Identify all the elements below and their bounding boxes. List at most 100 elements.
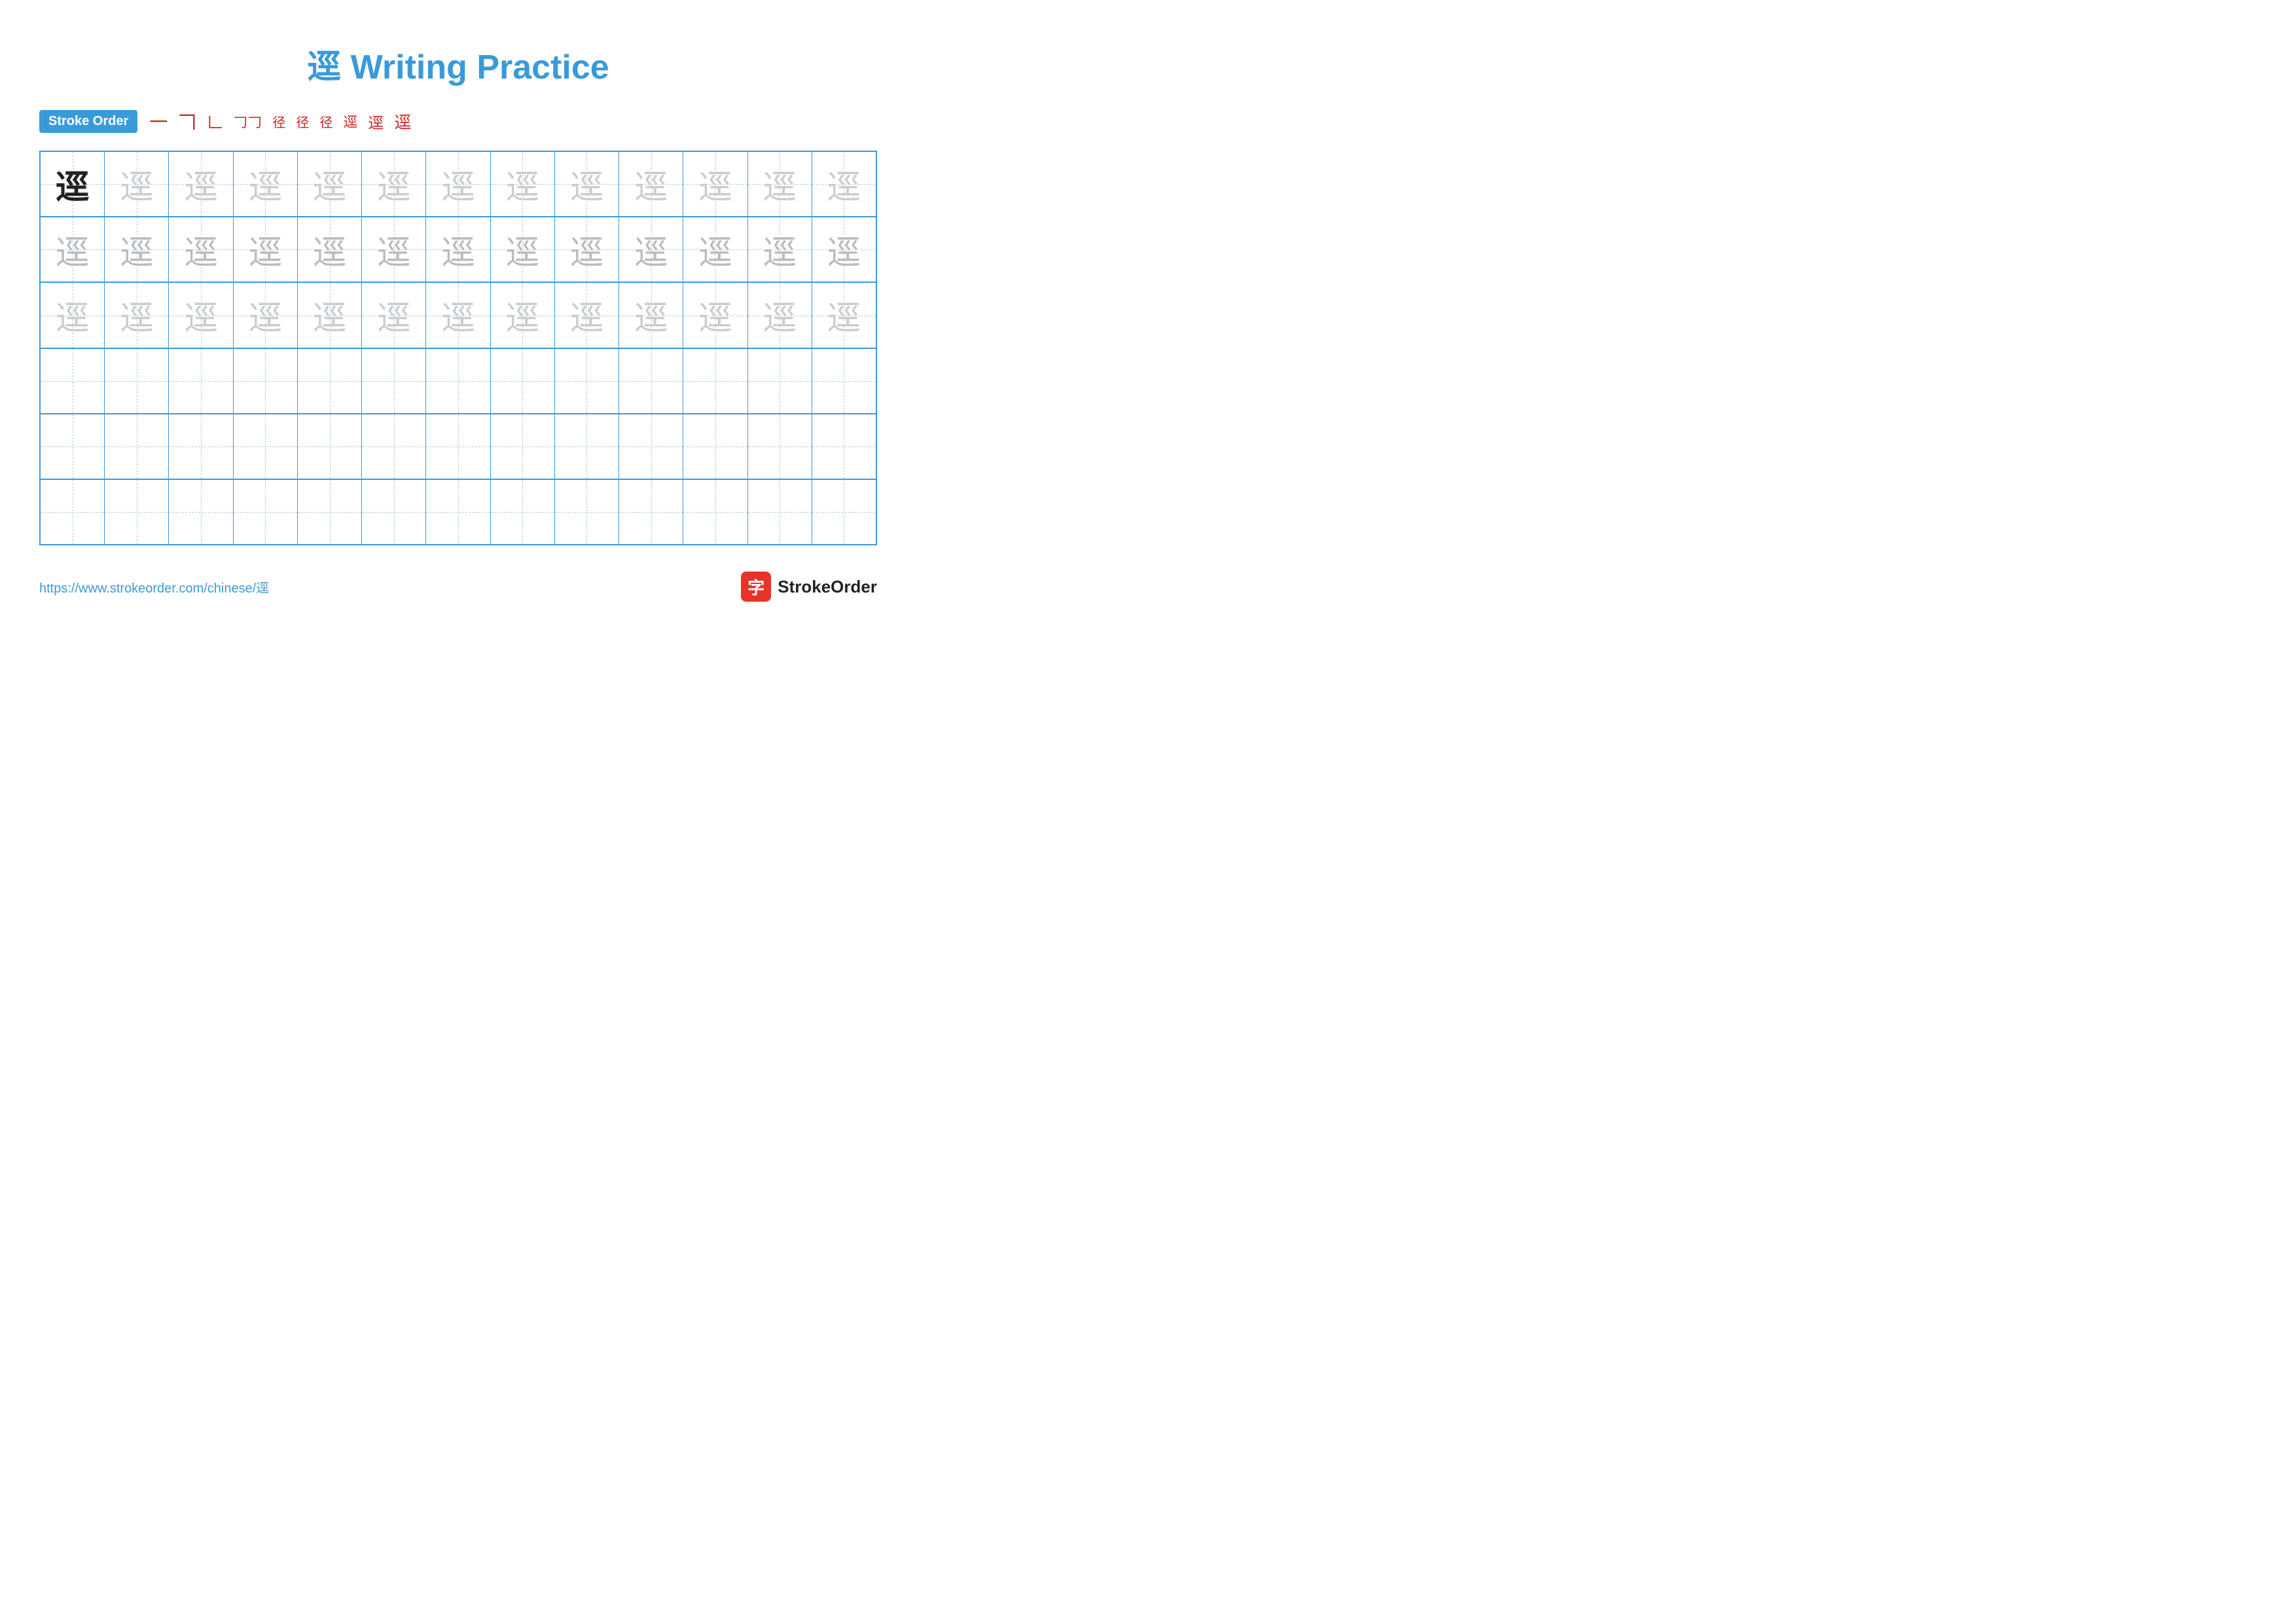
cell-4-9[interactable] <box>555 349 619 413</box>
cell-2-9[interactable]: 逕 <box>555 217 619 282</box>
cell-3-9[interactable]: 逕 <box>555 283 619 347</box>
cell-5-12[interactable] <box>748 414 812 479</box>
cell-4-6[interactable] <box>362 349 426 413</box>
stroke-2: 𠃍 <box>178 108 196 134</box>
cell-1-12[interactable]: 逕 <box>748 152 812 216</box>
cell-4-8[interactable] <box>491 349 555 413</box>
cell-1-9[interactable]: 逕 <box>555 152 619 216</box>
cell-2-8[interactable]: 逕 <box>491 217 555 282</box>
cell-1-8[interactable]: 逕 <box>491 152 555 216</box>
cell-1-6[interactable]: 逕 <box>362 152 426 216</box>
cell-3-6[interactable]: 逕 <box>362 283 426 347</box>
cell-4-1[interactable] <box>41 349 105 413</box>
cell-6-13[interactable] <box>812 480 876 544</box>
grid-row-4 <box>41 349 876 414</box>
cell-3-12[interactable]: 逕 <box>748 283 812 347</box>
cell-1-13[interactable]: 逕 <box>812 152 876 216</box>
cell-2-13[interactable]: 逕 <box>812 217 876 282</box>
cell-5-9[interactable] <box>555 414 619 479</box>
cell-5-3[interactable] <box>169 414 233 479</box>
cell-1-5[interactable]: 逕 <box>298 152 362 216</box>
cell-4-2[interactable] <box>105 349 169 413</box>
cell-1-4[interactable]: 逕 <box>234 152 298 216</box>
stroke-chars: 一 𠃍 𠃊 𠃌𠃌 径 径 径 逕 逕 逕 <box>149 108 411 134</box>
cell-6-10[interactable] <box>619 480 683 544</box>
cell-3-13[interactable]: 逕 <box>812 283 876 347</box>
cell-4-10[interactable] <box>619 349 683 413</box>
cell-6-3[interactable] <box>169 480 233 544</box>
stroke-1: 一 <box>149 108 168 134</box>
cell-4-7[interactable] <box>426 349 490 413</box>
cell-5-4[interactable] <box>234 414 298 479</box>
cell-5-13[interactable] <box>812 414 876 479</box>
page-title: 逕 Writing Practice <box>39 39 877 88</box>
cell-2-1[interactable]: 逕 <box>41 217 105 282</box>
cell-2-2[interactable]: 逕 <box>105 217 169 282</box>
cell-3-8[interactable]: 逕 <box>491 283 555 347</box>
practice-grid: 逕 逕 逕 逕 逕 逕 逕 逕 逕 逕 逕 逕 逕 逕 逕 逕 逕 逕 逕 逕 … <box>39 151 877 545</box>
cell-6-2[interactable] <box>105 480 169 544</box>
cell-2-12[interactable]: 逕 <box>748 217 812 282</box>
cell-3-7[interactable]: 逕 <box>426 283 490 347</box>
cell-5-8[interactable] <box>491 414 555 479</box>
stroke-3: 𠃊 <box>207 110 223 133</box>
cell-3-5[interactable]: 逕 <box>298 283 362 347</box>
cell-6-9[interactable] <box>555 480 619 544</box>
cell-2-5[interactable]: 逕 <box>298 217 362 282</box>
cell-2-3[interactable]: 逕 <box>169 217 233 282</box>
cell-1-11[interactable]: 逕 <box>683 152 747 216</box>
cell-5-5[interactable] <box>298 414 362 479</box>
cell-4-12[interactable] <box>748 349 812 413</box>
stroke-10: 逕 <box>394 109 411 134</box>
cell-5-11[interactable] <box>683 414 747 479</box>
cell-1-10[interactable]: 逕 <box>619 152 683 216</box>
footer-url[interactable]: https://www.strokeorder.com/chinese/逕 <box>39 577 269 596</box>
cell-1-7[interactable]: 逕 <box>426 152 490 216</box>
cell-5-7[interactable] <box>426 414 490 479</box>
cell-1-3[interactable]: 逕 <box>169 152 233 216</box>
cell-3-4[interactable]: 逕 <box>234 283 298 347</box>
title-char: 逕 <box>307 48 341 86</box>
cell-2-6[interactable]: 逕 <box>362 217 426 282</box>
stroke-order-row: Stroke Order 一 𠃍 𠃊 𠃌𠃌 径 径 径 逕 逕 逕 <box>39 108 877 134</box>
cell-3-11[interactable]: 逕 <box>683 283 747 347</box>
stroke-9: 逕 <box>368 110 384 133</box>
cell-4-3[interactable] <box>169 349 233 413</box>
cell-4-5[interactable] <box>298 349 362 413</box>
grid-row-3: 逕 逕 逕 逕 逕 逕 逕 逕 逕 逕 逕 逕 逕 <box>41 283 876 348</box>
stroke-5: 径 <box>272 112 285 131</box>
cell-6-1[interactable] <box>41 480 105 544</box>
cell-3-10[interactable]: 逕 <box>619 283 683 347</box>
logo-icon: 字 <box>741 572 771 602</box>
stroke-8: 逕 <box>343 111 357 132</box>
cell-2-7[interactable]: 逕 <box>426 217 490 282</box>
stroke-order-badge: Stroke Order <box>39 110 137 133</box>
cell-4-4[interactable] <box>234 349 298 413</box>
cell-2-10[interactable]: 逕 <box>619 217 683 282</box>
cell-6-8[interactable] <box>491 480 555 544</box>
stroke-4: 𠃌𠃌 <box>233 111 262 132</box>
cell-5-10[interactable] <box>619 414 683 479</box>
cell-5-1[interactable] <box>41 414 105 479</box>
cell-4-11[interactable] <box>683 349 747 413</box>
cell-6-5[interactable] <box>298 480 362 544</box>
cell-2-4[interactable]: 逕 <box>234 217 298 282</box>
cell-6-6[interactable] <box>362 480 426 544</box>
cell-2-11[interactable]: 逕 <box>683 217 747 282</box>
grid-row-6 <box>41 480 876 544</box>
cell-1-1[interactable]: 逕 <box>41 152 105 216</box>
cell-1-2[interactable]: 逕 <box>105 152 169 216</box>
cell-5-2[interactable] <box>105 414 169 479</box>
cell-3-2[interactable]: 逕 <box>105 283 169 347</box>
cell-3-3[interactable]: 逕 <box>169 283 233 347</box>
cell-3-1[interactable]: 逕 <box>41 283 105 347</box>
logo-text: StrokeOrder <box>778 577 877 597</box>
stroke-6: 径 <box>296 112 309 131</box>
cell-4-13[interactable] <box>812 349 876 413</box>
grid-row-2: 逕 逕 逕 逕 逕 逕 逕 逕 逕 逕 逕 逕 逕 <box>41 217 876 283</box>
cell-6-7[interactable] <box>426 480 490 544</box>
cell-6-12[interactable] <box>748 480 812 544</box>
cell-5-6[interactable] <box>362 414 426 479</box>
cell-6-11[interactable] <box>683 480 747 544</box>
cell-6-4[interactable] <box>234 480 298 544</box>
